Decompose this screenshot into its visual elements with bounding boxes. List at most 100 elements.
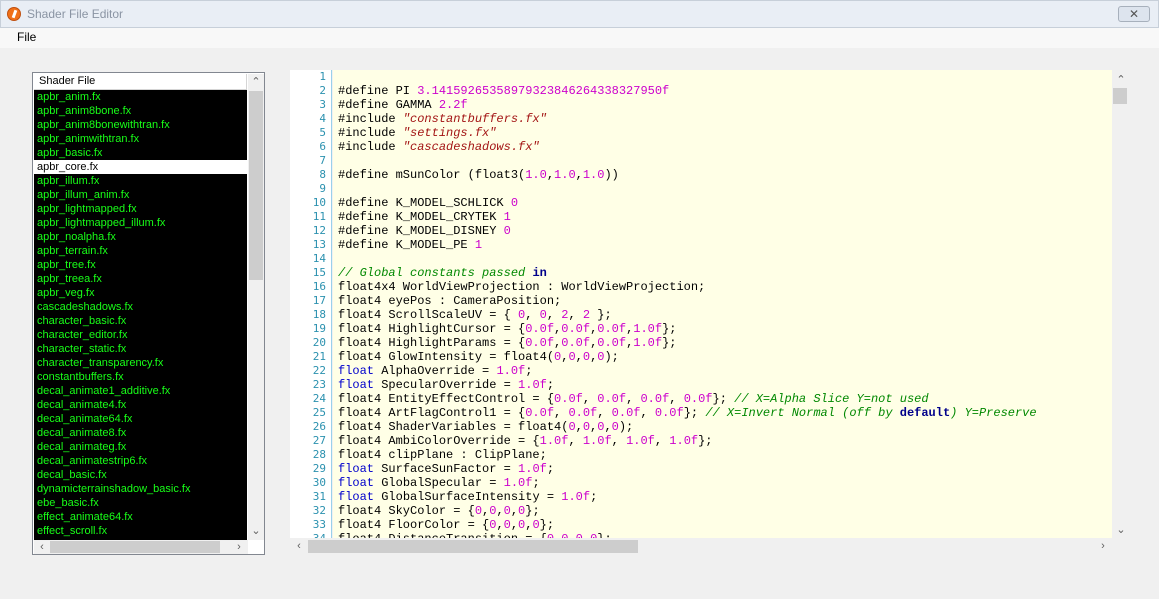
code-token: 0 [582, 350, 591, 364]
code-line[interactable]: float4 eyePos : CameraPosition; [338, 294, 1112, 308]
code-token: float4 FloorColor = { [338, 518, 490, 532]
shader-list-item[interactable]: apbr_animwithtran.fx [34, 132, 247, 146]
scroll-right-icon[interactable]: › [232, 541, 246, 553]
code-line[interactable]: float4 FloorColor = {0,0,0,0}; [338, 518, 1112, 532]
code-line[interactable]: #include "settings.fx" [338, 126, 1112, 140]
editor-vertical-scrollbar[interactable]: ⌃ ⌄ [1112, 70, 1129, 538]
scroll-up-icon[interactable]: ⌃ [249, 76, 263, 88]
scroll-right-icon[interactable]: › [1096, 540, 1110, 552]
shader-list-item[interactable]: character_static.fx [34, 342, 247, 356]
shader-list-item[interactable]: decal_animate4.fx [34, 398, 247, 412]
shader-list-item[interactable]: character_transparency.fx [34, 356, 247, 370]
code-line[interactable]: float4 clipPlane : ClipPlane; [338, 448, 1112, 462]
editor-horizontal-scrollbar[interactable]: ‹ › [290, 538, 1112, 554]
code-line[interactable] [338, 70, 1112, 84]
code-line[interactable]: float GlobalSpecular = 1.0f; [338, 476, 1112, 490]
code-line[interactable]: float4 ScrollScaleUV = { 0, 0, 2, 2 }; [338, 308, 1112, 322]
scroll-left-icon[interactable]: ‹ [292, 540, 306, 552]
shader-list-item[interactable]: decal_basic.fx [34, 468, 247, 482]
code-line[interactable]: float SpecularOverride = 1.0f; [338, 378, 1112, 392]
shader-list-item[interactable]: decal_animateg.fx [34, 440, 247, 454]
shader-list-item[interactable]: decal_animate8.fx [34, 426, 247, 440]
code-line[interactable]: float4 ArtFlagControl1 = {0.0f, 0.0f, 0.… [338, 406, 1112, 420]
code-token: #define K_MODEL_DISNEY [338, 224, 504, 238]
code-line[interactable]: float4 ShaderVariables = float4(0,0,0,0)… [338, 420, 1112, 434]
code-line[interactable] [338, 252, 1112, 266]
shader-list-item[interactable]: apbr_anim8bonewithtran.fx [34, 118, 247, 132]
scroll-down-icon[interactable]: ⌄ [1114, 524, 1128, 536]
code-line[interactable] [338, 182, 1112, 196]
code-token: }; [662, 322, 677, 336]
code-line[interactable]: #include "constantbuffers.fx" [338, 112, 1112, 126]
code-token: default [899, 406, 951, 420]
shader-list-item[interactable]: effect_scroll.fx [34, 524, 247, 538]
code-line[interactable]: float4 HighlightParams = {0.0f,0.0f,0.0f… [338, 336, 1112, 350]
shader-list-item[interactable]: apbr_illum_anim.fx [34, 188, 247, 202]
shader-file-list[interactable]: Shader File apbr_anim.fx apbr_anim8bone.f… [32, 72, 265, 555]
menu-file[interactable]: File [17, 30, 36, 44]
shader-list-item[interactable]: character_editor.fx [34, 328, 247, 342]
shader-list-item[interactable]: apbr_noalpha.fx [34, 230, 247, 244]
shader-list-item[interactable]: decal_animate64.fx [34, 412, 247, 426]
code-token: 0 [568, 350, 576, 364]
shader-list-item[interactable]: apbr_core.fx [34, 160, 247, 174]
code-line[interactable]: float4 HighlightCursor = {0.0f,0.0f,0.0f… [338, 322, 1112, 336]
code-line[interactable]: #define mSunColor (float3(1.0,1.0,1.0)) [338, 168, 1112, 182]
code-token: // Global constants passed [338, 266, 533, 280]
code-line[interactable]: #define GAMMA 2.2f [338, 98, 1112, 112]
scroll-thumb[interactable] [249, 91, 263, 280]
shader-list-item[interactable]: apbr_illum.fx [34, 174, 247, 188]
shader-list-item[interactable]: decal_animate1_additive.fx [34, 384, 247, 398]
shader-list-item[interactable]: cascadeshadows.fx [34, 300, 247, 314]
shader-list-item[interactable]: effect_animate64.fx [34, 510, 247, 524]
scroll-left-icon[interactable]: ‹ [35, 541, 49, 553]
code-token: float4 eyePos : CameraPosition; [338, 294, 562, 308]
code-line[interactable]: #define K_MODEL_PE 1 [338, 238, 1112, 252]
code-line[interactable]: float4 AmbiColorOverride = {1.0f, 1.0f, … [338, 434, 1112, 448]
code-line[interactable]: float GlobalSurfaceIntensity = 1.0f; [338, 490, 1112, 504]
scroll-thumb[interactable] [1113, 88, 1127, 104]
scroll-thumb[interactable] [50, 541, 220, 553]
code-token: 1.0 [525, 168, 547, 182]
shader-list-item[interactable]: apbr_veg.fx [34, 286, 247, 300]
close-button[interactable]: ✕ [1118, 6, 1150, 22]
code-line[interactable]: #define PI 3.141592653589793238462643383… [338, 84, 1112, 98]
code-line[interactable]: float4x4 WorldViewProjection : WorldView… [338, 280, 1112, 294]
shader-list-item[interactable]: apbr_anim8bone.fx [34, 104, 247, 118]
shader-list-item[interactable]: apbr_tree.fx [34, 258, 247, 272]
code-line[interactable]: float SurfaceSunFactor = 1.0f; [338, 462, 1112, 476]
list-vertical-scrollbar[interactable]: ⌃ ⌄ [248, 74, 264, 540]
code-line[interactable]: // Global constants passed in [338, 266, 1112, 280]
shader-list-item[interactable]: decal_animatestrip6.fx [34, 454, 247, 468]
shader-list-item[interactable]: apbr_terrain.fx [34, 244, 247, 258]
shader-list-item[interactable]: apbr_basic.fx [34, 146, 247, 160]
scroll-down-icon[interactable]: ⌄ [249, 525, 263, 537]
shader-list-item[interactable]: apbr_anim.fx [34, 90, 247, 104]
code-line[interactable]: #include "cascadeshadows.fx" [338, 140, 1112, 154]
code-line[interactable]: #define K_MODEL_CRYTEK 1 [338, 210, 1112, 224]
code-editor[interactable]: 1 2 3 4 5 6 7 8 9 10 11 12 13 14 15 16 17 18 19 20 21 22 23 24 2… [290, 68, 1130, 556]
code-line[interactable]: #define K_MODEL_SCHLICK 0 [338, 196, 1112, 210]
shader-list-items[interactable]: apbr_anim.fx apbr_anim8bone.fx apbr_anim8b… [34, 90, 247, 540]
shader-list-item[interactable]: apbr_lightmapped.fx [34, 202, 247, 216]
code-line[interactable]: float4 SkyColor = {0,0,0,0}; [338, 504, 1112, 518]
shader-list-item[interactable]: apbr_treea.fx [34, 272, 247, 286]
line-number: 28 [312, 448, 326, 461]
list-horizontal-scrollbar[interactable]: ‹ › [34, 540, 248, 554]
code-token: 0 [474, 504, 483, 518]
code-area[interactable]: #define PI 3.141592653589793238462643383… [333, 70, 1112, 538]
code-line[interactable]: #define K_MODEL_DISNEY 0 [338, 224, 1112, 238]
code-line[interactable]: float AlphaOverride = 1.0f; [338, 364, 1112, 378]
app-icon [7, 7, 21, 21]
list-column-header[interactable]: Shader File [34, 74, 247, 90]
shader-list-item[interactable]: character_basic.fx [34, 314, 247, 328]
shader-list-item[interactable]: ebe_basic.fx [34, 496, 247, 510]
scroll-up-icon[interactable]: ⌃ [1114, 74, 1128, 86]
code-line[interactable]: float4 GlowIntensity = float4(0,0,0,0); [338, 350, 1112, 364]
code-line[interactable] [338, 154, 1112, 168]
shader-list-item[interactable]: constantbuffers.fx [34, 370, 247, 384]
shader-list-item[interactable]: dynamicterrainshadow_basic.fx [34, 482, 247, 496]
code-line[interactable]: float4 EntityEffectControl = {0.0f, 0.0f… [338, 392, 1112, 406]
shader-list-item[interactable]: apbr_lightmapped_illum.fx [34, 216, 247, 230]
scroll-thumb[interactable] [308, 540, 638, 553]
